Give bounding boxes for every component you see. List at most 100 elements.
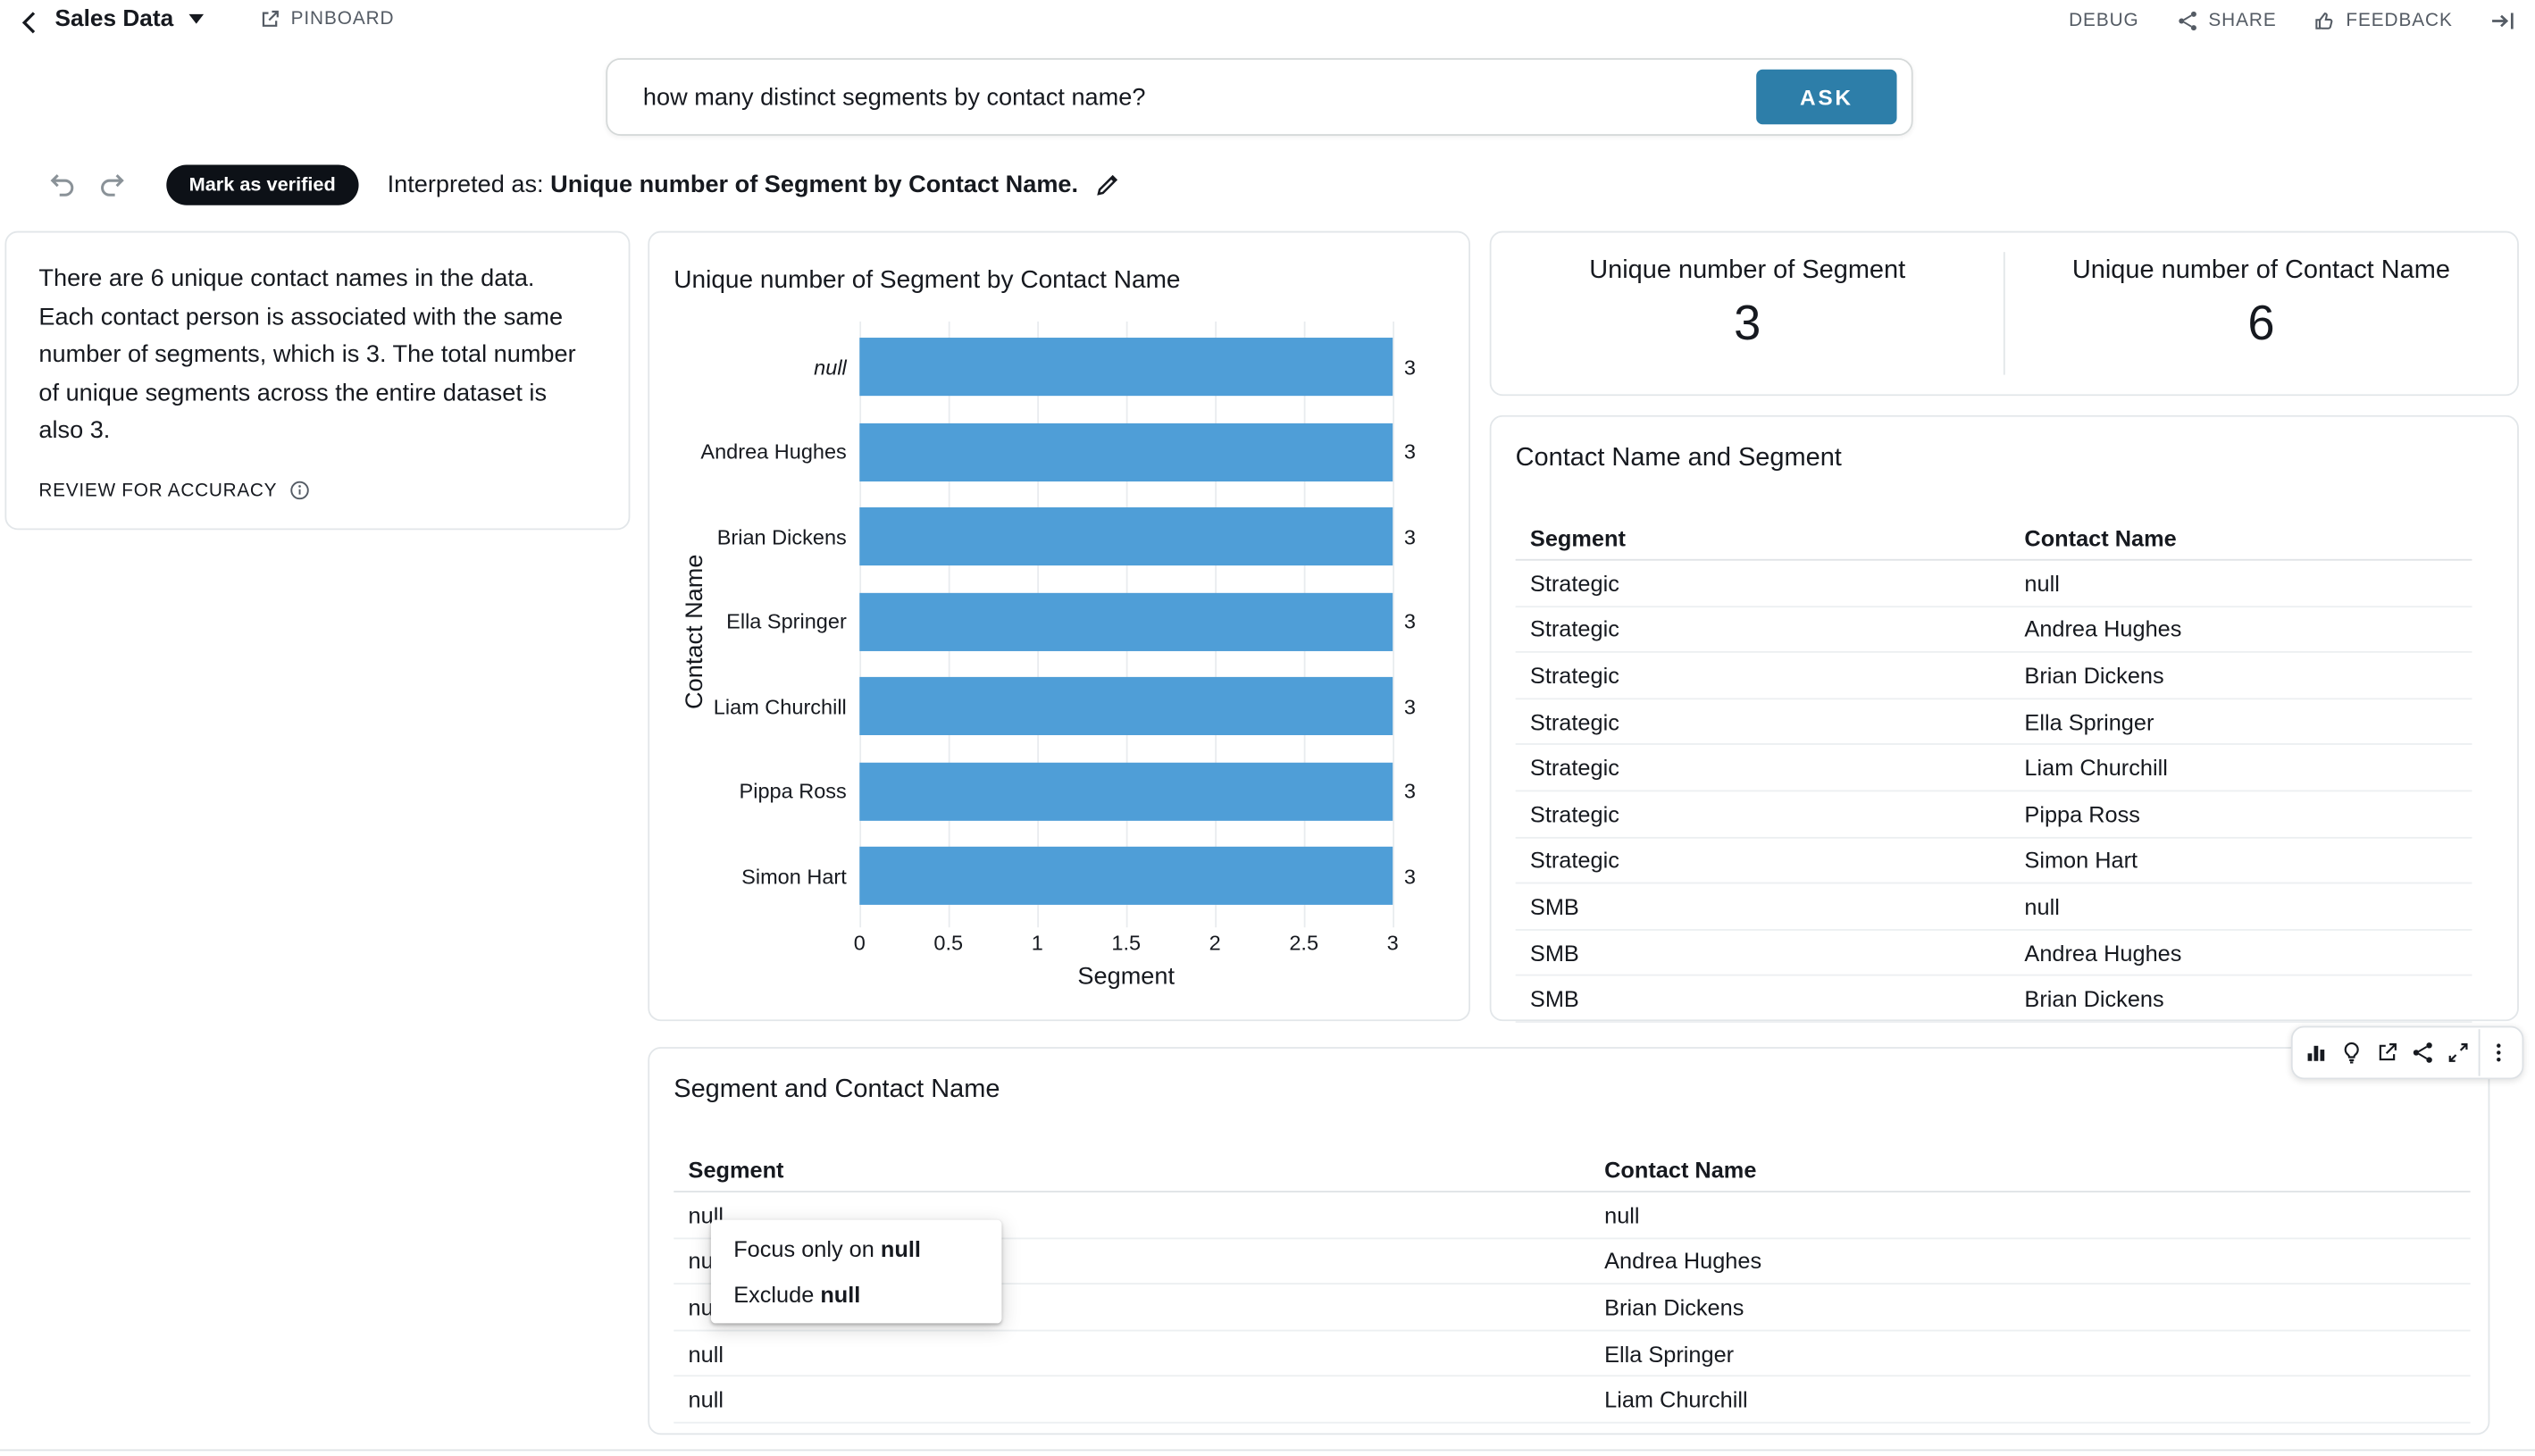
table-cell: Ella Springer — [1590, 1341, 2471, 1367]
collapse-panel-button[interactable] — [2489, 8, 2515, 34]
bar-value-label: 3 — [1404, 439, 1416, 464]
bar[interactable] — [859, 338, 1393, 396]
more-options-button[interactable] — [2481, 1028, 2516, 1076]
table-row[interactable]: StrategicSimon Hart — [1516, 838, 2472, 884]
edit-interpretation-button[interactable] — [1094, 171, 1122, 198]
pinboard-icon — [258, 8, 280, 30]
bar-value-label: 3 — [1404, 779, 1416, 803]
expand-icon — [2446, 1041, 2470, 1065]
feedback-button[interactable]: FEEDBACK — [2313, 10, 2453, 32]
table-cell: Simon Hart — [2010, 847, 2472, 873]
category-label: Simon Hart — [663, 864, 847, 888]
review-label: REVIEW FOR ACCURACY — [38, 481, 277, 500]
bar-track — [859, 847, 1393, 905]
table-cell: Andrea Hughes — [2010, 616, 2472, 642]
share-button[interactable]: SHARE — [2176, 10, 2276, 32]
feedback-label: FEEDBACK — [2346, 12, 2452, 31]
app-window: Sales Data PINBOARD DEBUG SHARE — [0, 0, 2535, 1456]
table-title: Contact Name and Segment — [1492, 417, 2518, 473]
table-header: Segment Contact Name — [1516, 515, 2472, 561]
bar[interactable] — [859, 592, 1393, 650]
table-cell: SMB — [1516, 940, 2010, 966]
table-row[interactable]: SMBAndrea Hughes — [1516, 930, 2472, 976]
bar-track — [859, 423, 1393, 481]
question-input[interactable] — [640, 62, 1712, 133]
kpi-card: Unique number of Segment 3 Unique number… — [1490, 231, 2519, 396]
table-cell: Pippa Ross — [2010, 801, 2472, 827]
category-label: null — [663, 355, 847, 379]
mark-as-verified-button[interactable]: Mark as verified — [166, 164, 358, 205]
page-bottom-divider — [0, 1449, 2535, 1451]
x-tick-label: 0.5 — [933, 931, 963, 955]
table-cell: SMB — [1516, 986, 2010, 1012]
table-row[interactable]: StrategicLiam Churchill — [1516, 746, 2472, 792]
table-row[interactable]: StrategicElla Springer — [1516, 699, 2472, 746]
column-header-contact-name[interactable]: Contact Name — [1590, 1156, 2471, 1182]
table-body: StrategicnullStrategicAndrea HughesStrat… — [1516, 561, 2472, 1023]
bar[interactable] — [859, 423, 1393, 481]
dataset-selector[interactable]: Sales Data — [54, 6, 205, 32]
table-cell: null — [2010, 570, 2472, 596]
table-row[interactable]: SMBBrian Dickens — [1516, 976, 2472, 1023]
chart-row: Andrea Hughes3 — [649, 410, 1468, 495]
table-row[interactable]: StrategicAndrea Hughes — [1516, 607, 2472, 653]
context-menu-item[interactable]: Exclude null — [711, 1272, 1002, 1318]
thumbs-up-icon — [2313, 10, 2336, 32]
table-row[interactable]: StrategicPippa Ross — [1516, 791, 2472, 838]
chart-row: null3 — [649, 325, 1468, 410]
table-cell: Andrea Hughes — [2010, 940, 2472, 966]
x-axis-title: Segment — [859, 963, 1393, 991]
kpi-title: Unique number of Segment — [1492, 257, 2004, 287]
info-icon — [289, 480, 310, 501]
table-cell: null — [1590, 1201, 2471, 1227]
more-icon — [2486, 1041, 2510, 1065]
table-row[interactable]: StrategicBrian Dickens — [1516, 653, 2472, 699]
table-header: Segment Contact Name — [673, 1147, 2470, 1192]
dataset-name: Sales Data — [54, 6, 173, 32]
undo-button[interactable] — [46, 168, 78, 200]
table-cell: SMB — [1516, 893, 2010, 919]
category-label: Brian Dickens — [663, 524, 847, 548]
kpi-value: 6 — [2005, 297, 2517, 352]
chart-row: Pippa Ross3 — [649, 749, 1468, 833]
bar[interactable] — [859, 507, 1393, 565]
export-button[interactable] — [2369, 1028, 2405, 1076]
bar[interactable] — [859, 677, 1393, 735]
pinboard-button[interactable]: PINBOARD — [258, 8, 394, 30]
share-visual-button[interactable] — [2404, 1028, 2439, 1076]
table-row[interactable]: nullLiam Churchill — [673, 1377, 2470, 1424]
chevron-down-icon — [188, 13, 205, 25]
chart-row: Liam Churchill3 — [649, 664, 1468, 749]
interpreted-as-text: Interpreted as: Unique number of Segment… — [388, 171, 1078, 198]
table-cell: Strategic — [1516, 847, 2010, 873]
bar-chart-icon — [2303, 1041, 2327, 1065]
back-button[interactable] — [16, 8, 46, 38]
column-header-contact-name[interactable]: Contact Name — [2010, 524, 2472, 550]
column-header-segment[interactable]: Segment — [1516, 524, 2010, 550]
table-title: Segment and Contact Name — [649, 1049, 2488, 1105]
chart-type-button[interactable] — [2297, 1028, 2333, 1076]
bar[interactable] — [859, 847, 1393, 905]
table-row[interactable]: Strategicnull — [1516, 561, 2472, 607]
bar-track — [859, 762, 1393, 820]
insights-button[interactable] — [2333, 1028, 2369, 1076]
table-row[interactable]: SMBnull — [1516, 884, 2472, 931]
ask-button[interactable]: ASK — [1756, 70, 1896, 124]
bar[interactable] — [859, 762, 1393, 820]
arrow-to-line-icon — [2489, 8, 2515, 34]
bar-value-label: 3 — [1404, 864, 1416, 888]
debug-button[interactable]: DEBUG — [2069, 12, 2139, 31]
table-cell: Liam Churchill — [1590, 1386, 2471, 1412]
chart-row: Ella Springer3 — [649, 579, 1468, 664]
column-header-segment[interactable]: Segment — [673, 1156, 1590, 1182]
redo-button[interactable] — [97, 168, 130, 200]
expand-button[interactable] — [2439, 1028, 2475, 1076]
review-for-accuracy[interactable]: REVIEW FOR ACCURACY — [38, 480, 309, 501]
category-label: Ella Springer — [663, 609, 847, 633]
interpretation-row: Mark as verified Interpreted as: Unique … — [46, 160, 1122, 208]
context-menu-item[interactable]: Focus only on null — [711, 1226, 1002, 1272]
table-cell: Liam Churchill — [2010, 755, 2472, 781]
x-tick-label: 2.5 — [1289, 931, 1318, 955]
table-row[interactable]: nullElla Springer — [673, 1331, 2470, 1377]
table-cell: null — [2010, 893, 2472, 919]
